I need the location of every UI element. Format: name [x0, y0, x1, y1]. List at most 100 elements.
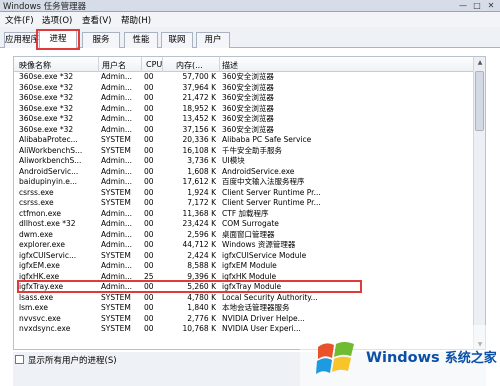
- menu-view[interactable]: 查看(V): [82, 14, 111, 26]
- menu-help[interactable]: 帮助(H): [121, 14, 151, 26]
- cell-cpu: 00: [144, 72, 154, 81]
- cell-mem: 13,452 K: [182, 114, 216, 123]
- minimize-button[interactable]: —: [456, 0, 470, 11]
- cell-name: explorer.exe: [19, 240, 65, 249]
- cell-cpu: 00: [144, 313, 154, 323]
- watermark-sub: 系统之家: [444, 351, 497, 366]
- cell-name: csrss.exe: [19, 198, 54, 207]
- cell-mem: 8,588 K: [187, 261, 216, 270]
- cell-user: SYSTEM: [101, 313, 131, 323]
- table-row[interactable]: 360se.exe *32 Admin... 00 13,452 K 360安全浏览器: [14, 114, 474, 125]
- cell-name: csrss.exe: [19, 187, 54, 197]
- cell-name: 360se.exe *32: [19, 114, 74, 123]
- col-user-name[interactable]: 用户名: [102, 60, 126, 71]
- cell-cpu: 00: [144, 124, 154, 134]
- table-row[interactable]: AliworkbenchS... Admin... 00 3,736 K UI模块: [14, 156, 474, 167]
- tab-services[interactable]: 服务: [82, 32, 120, 48]
- col-description[interactable]: 描述: [222, 60, 238, 71]
- cell-cpu: 00: [144, 219, 154, 228]
- cell-cpu: 00: [144, 82, 154, 92]
- table-row[interactable]: 360se.exe *32 Admin... 00 57,700 K 360安全浏览器: [14, 72, 474, 83]
- show-all-processes-checkbox[interactable]: [15, 355, 24, 364]
- cell-cpu: 00: [144, 156, 154, 165]
- cell-name: lsass.exe: [19, 292, 54, 302]
- watermark-text: Windows 系统之家: [366, 347, 497, 366]
- cell-desc: 本地会话管理器服务: [222, 303, 290, 312]
- col-cpu[interactable]: CPU: [146, 60, 162, 69]
- table-row[interactable]: explorer.exe Admin... 00 44,712 K Windows 资源…: [14, 240, 474, 251]
- menu-options[interactable]: 选项(O): [42, 14, 72, 26]
- menu-bar: 文件(F) 选项(O) 查看(V) 帮助(H): [0, 12, 500, 27]
- cell-cpu: 00: [144, 114, 154, 123]
- table-row[interactable]: ctfmon.exe Admin... 00 11,368 K CTF 加载程序: [14, 209, 474, 220]
- list-header: 映像名称 用户名 CPU 内存(... 描述: [14, 57, 474, 72]
- table-row[interactable]: igfxHK.exe Admin... 25 9,396 K igfxHK Module: [14, 272, 474, 283]
- cell-user: Admin...: [101, 103, 133, 113]
- cell-user: SYSTEM: [101, 250, 131, 260]
- scroll-thumb[interactable]: [475, 71, 484, 131]
- col-image-name[interactable]: 映像名称: [19, 60, 51, 71]
- table-row[interactable]: lsm.exe SYSTEM 00 1,840 K 本地会话管理器服务: [14, 303, 474, 314]
- table-row[interactable]: lsass.exe SYSTEM 00 4,780 K Local Security A…: [14, 293, 474, 304]
- col-memory[interactable]: 内存(...: [176, 60, 203, 71]
- cell-name: igfxHK.exe: [19, 271, 60, 281]
- table-row[interactable]: 360se.exe *32 Admin... 00 37,964 K 360安全浏览器: [14, 83, 474, 94]
- table-row[interactable]: 360se.exe *32 Admin... 00 37,156 K 360安全浏览器: [14, 125, 474, 136]
- vertical-scrollbar[interactable]: ▲ ▼: [473, 57, 485, 349]
- cell-desc: 桌面窗口管理器: [222, 229, 275, 239]
- cell-cpu: 00: [144, 229, 154, 239]
- cell-user: Admin...: [101, 208, 133, 218]
- cell-user: Admin...: [101, 240, 133, 249]
- close-button[interactable]: ✕: [484, 0, 498, 11]
- cell-cpu: 00: [144, 166, 154, 176]
- cell-mem: 57,700 K: [182, 72, 216, 81]
- cell-desc: igfxTray Module: [222, 282, 282, 291]
- cell-mem: 16,108 K: [182, 145, 216, 155]
- cell-cpu: 00: [144, 292, 154, 302]
- cell-name: AndroidServic...: [19, 166, 79, 176]
- cell-desc: UI模块: [222, 156, 245, 165]
- cell-desc: 360安全浏览器: [222, 103, 274, 113]
- table-row[interactable]: 360se.exe *32 Admin... 00 21,472 K 360安全浏览器: [14, 93, 474, 104]
- cell-name: dwm.exe: [19, 229, 53, 239]
- show-all-processes-label: 显示所有用户的进程(S): [28, 356, 117, 366]
- tab-applications[interactable]: 应用程序: [4, 32, 40, 48]
- table-row[interactable]: AliWorkbenchS... SYSTEM 00 16,108 K 千牛安全助手服务: [14, 146, 474, 157]
- table-row[interactable]: baidupinyin.e... Admin... 00 17,612 K 百度中文输入…: [14, 177, 474, 188]
- cell-cpu: 00: [144, 135, 154, 144]
- cell-desc: COM Surrogate: [222, 219, 279, 228]
- process-list: 映像名称 用户名 CPU 内存(... 描述 360se.exe *32 Admi…: [13, 56, 486, 350]
- cell-user: SYSTEM: [101, 198, 131, 207]
- maximize-button[interactable]: □: [470, 0, 484, 11]
- table-row[interactable]: igfxEM.exe Admin... 00 8,588 K igfxEM Module: [14, 261, 474, 272]
- cell-user: Admin...: [101, 219, 133, 228]
- table-row[interactable]: csrss.exe SYSTEM 00 7,172 K Client Server Ru…: [14, 198, 474, 209]
- table-row[interactable]: dwm.exe Admin... 00 2,596 K 桌面窗口管理器: [14, 230, 474, 241]
- cell-user: SYSTEM: [101, 187, 131, 197]
- tab-networking[interactable]: 联网: [161, 32, 193, 48]
- table-row[interactable]: 360se.exe *32 Admin... 00 18,952 K 360安全浏览器: [14, 104, 474, 115]
- cell-mem: 1,924 K: [187, 187, 216, 197]
- cell-desc: 千牛安全助手服务: [222, 145, 282, 155]
- table-row[interactable]: csrss.exe SYSTEM 00 1,924 K Client Server Ru…: [14, 188, 474, 199]
- table-row[interactable]: igfxTray.exe Admin... 00 5,260 K igfxTray Mo…: [14, 282, 474, 293]
- cell-name: AlibabaProtec...: [19, 135, 78, 144]
- cell-cpu: 25: [144, 271, 154, 281]
- tab-users[interactable]: 用户: [196, 32, 230, 48]
- cell-name: 360se.exe *32: [19, 103, 74, 113]
- watermark: Windows 系统之家: [300, 325, 500, 386]
- cell-cpu: 00: [144, 240, 154, 249]
- cell-mem: 10,768 K: [182, 324, 216, 333]
- tab-processes[interactable]: 进程: [39, 29, 77, 49]
- table-row[interactable]: AlibabaProtec... SYSTEM 00 20,336 K Alibaba …: [14, 135, 474, 146]
- cell-name: 360se.exe *32: [19, 72, 74, 81]
- menu-file[interactable]: 文件(F): [5, 14, 34, 26]
- tab-performance[interactable]: 性能: [124, 32, 158, 48]
- cell-mem: 20,336 K: [182, 135, 216, 144]
- table-row[interactable]: nvvsvc.exe SYSTEM 00 2,776 K NVIDIA Driver H…: [14, 314, 474, 325]
- scroll-up-icon[interactable]: ▲: [474, 57, 485, 69]
- table-row[interactable]: dllhost.exe *32 Admin... 00 23,424 K COM Sur…: [14, 219, 474, 230]
- cell-user: Admin...: [101, 124, 133, 134]
- table-row[interactable]: AndroidServic... Admin... 00 1,608 K Android…: [14, 167, 474, 178]
- table-row[interactable]: igfxCUIServic... SYSTEM 00 2,424 K igfxCUISe…: [14, 251, 474, 262]
